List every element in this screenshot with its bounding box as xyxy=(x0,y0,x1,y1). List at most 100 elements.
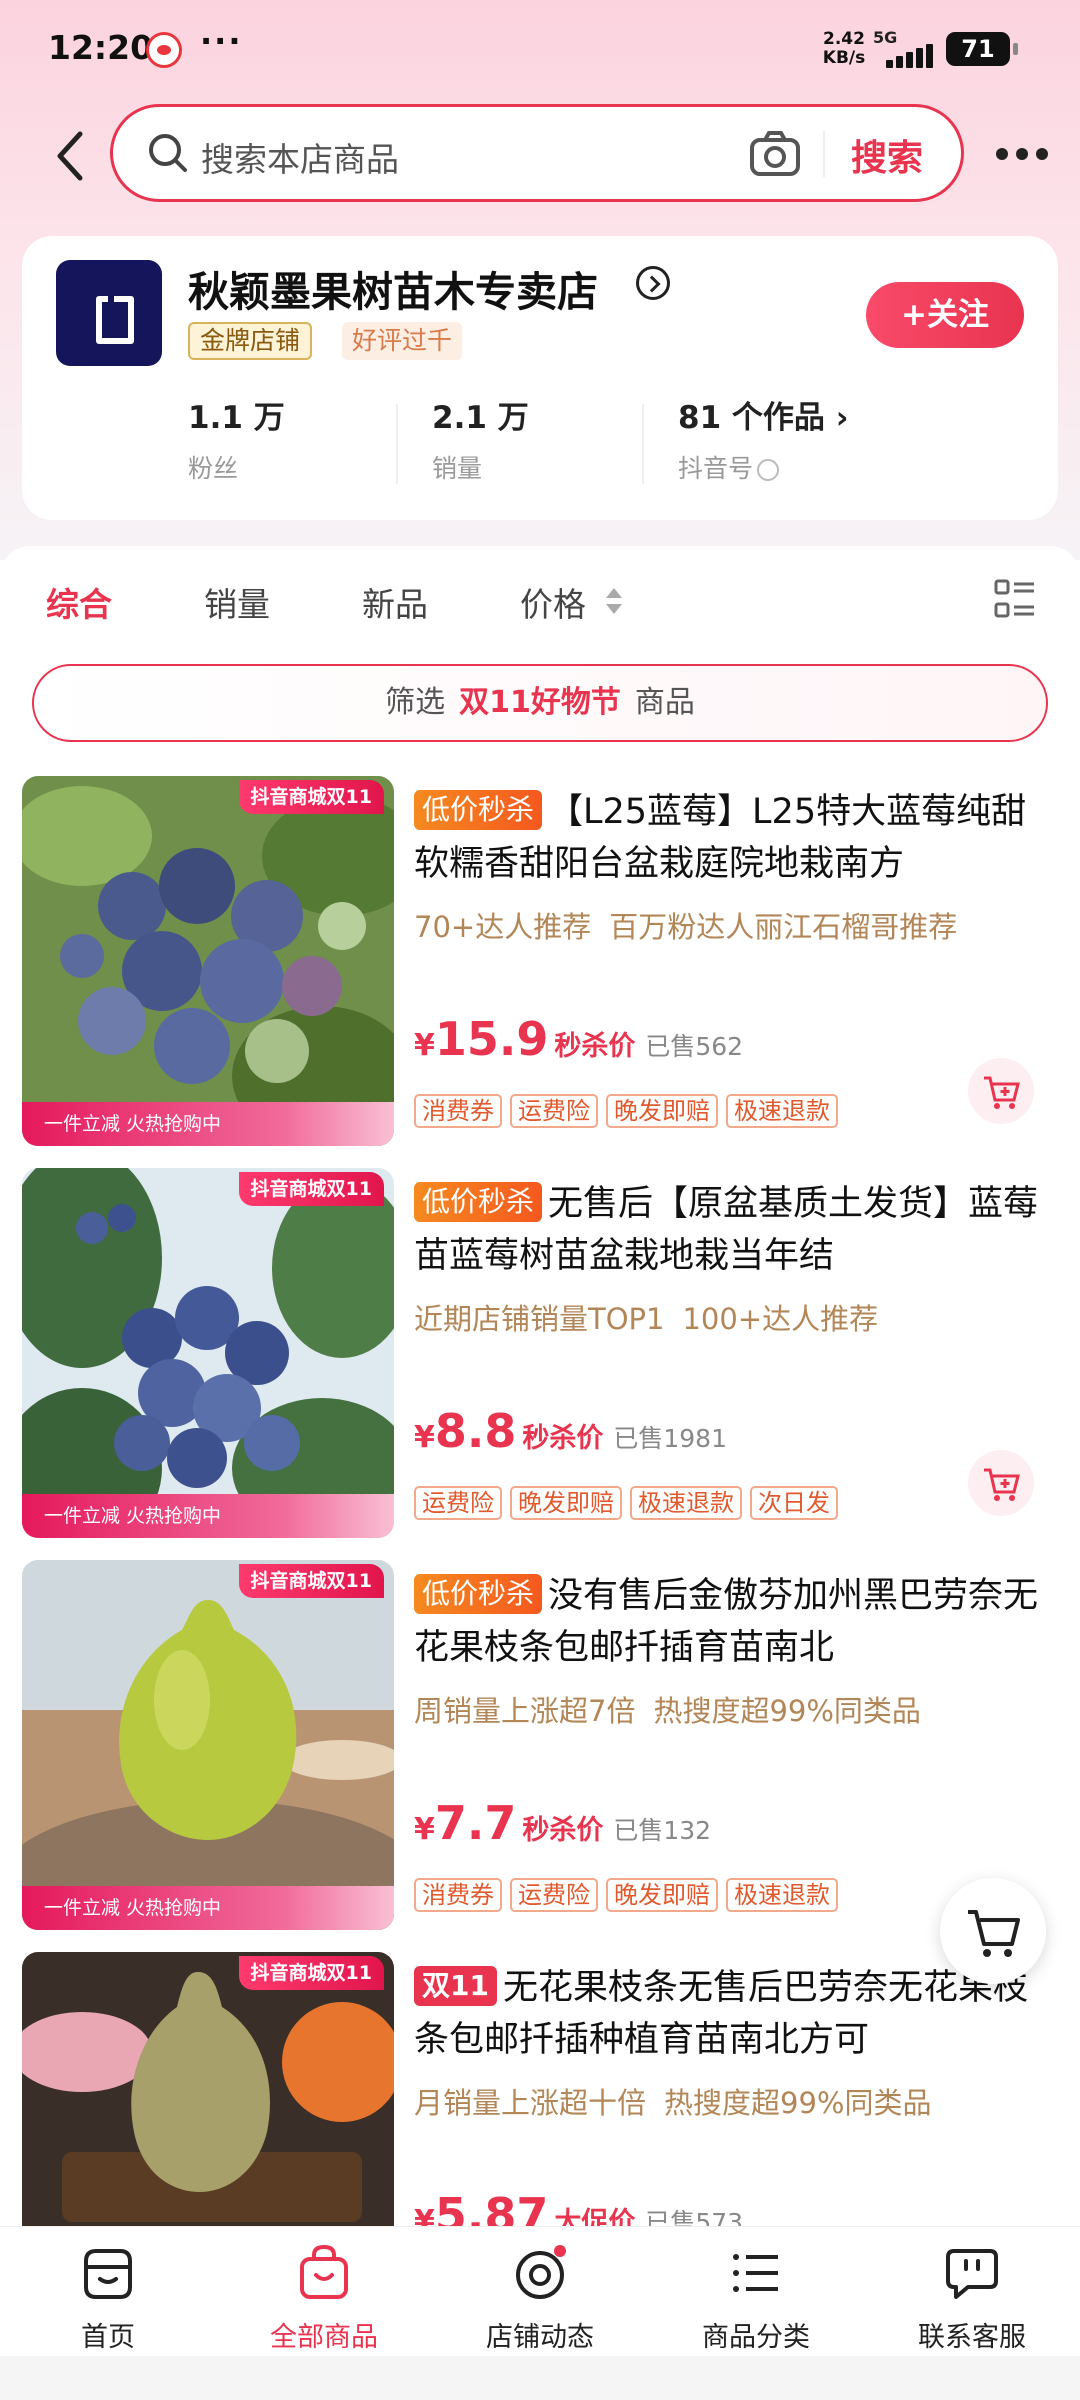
product-card[interactable]: 抖音商城双11 双11 无花果枝条无售后巴劳奈无花果枝条包邮扦插种植育苗南北方可 … xyxy=(22,1952,1058,2226)
service-tag: 极速退款 xyxy=(726,1878,838,1912)
subtitle-item: 热搜度超99%同类品 xyxy=(664,2086,932,2120)
bottom-nav: 首页 全部商品 店铺动态 商品分类 联系客服 xyxy=(0,2226,1080,2356)
product-card[interactable]: 抖音商城双11 一件立减 火热抢购中 低价秒杀 没有售后金傲芬加州黑巴劳奈无花果枝… xyxy=(22,1560,1058,1934)
search-box[interactable]: 搜索本店商品 搜索 xyxy=(110,104,964,202)
status-time: 12:20 xyxy=(48,28,154,67)
store-detail-arrow-icon[interactable] xyxy=(636,266,670,300)
service-tags: 运费险 晚发即赔 极速退款 次日发 xyxy=(414,1486,846,1520)
cart-plus-icon xyxy=(984,1468,1020,1501)
product-image-fig-cutting[interactable]: 抖音商城双11 xyxy=(22,1952,394,2226)
blueberry-photo xyxy=(22,776,394,1146)
subtitle-item: 70+达人推荐 xyxy=(414,910,592,944)
product-image-blueberry-plant[interactable]: 抖音商城双11 一件立减 火热抢购中 xyxy=(22,1168,394,1538)
service-tag: 运费险 xyxy=(414,1486,502,1520)
weibo-notification-icon xyxy=(146,32,182,68)
nav-label: 店铺动态 xyxy=(486,2322,594,2353)
add-to-cart-button[interactable] xyxy=(968,1450,1034,1516)
signal-icon xyxy=(872,44,933,68)
filter-bar[interactable]: 筛选 双11好物节 商品 xyxy=(32,664,1048,742)
floating-cart-button[interactable] xyxy=(940,1878,1046,1984)
image-promo-tag: 抖音商城双11 xyxy=(238,1956,384,1990)
subtitle-item: 月销量上涨超十倍 xyxy=(414,2086,647,2120)
search-input[interactable]: 搜索本店商品 xyxy=(201,133,399,181)
price-row: ¥15.9 秒杀价 已售562 xyxy=(414,1012,974,1066)
nav-all-products[interactable]: 全部商品 xyxy=(234,2243,414,2354)
stat-label: 抖音号 xyxy=(678,449,849,485)
filter-highlight: 双11好物节 xyxy=(459,685,621,720)
currency-symbol: ¥ xyxy=(414,1028,435,1063)
product-subtitle: 月销量上涨超十倍 热搜度超99%同类品 xyxy=(414,2080,1054,2122)
product-title-text: 无花果枝条无售后巴劳奈无花果枝条包邮扦插种植育苗南北方可 xyxy=(414,1968,1028,2060)
sold-count: 已售132 xyxy=(613,1816,712,1845)
price-type: 秒杀价 xyxy=(522,1815,604,1846)
product-title[interactable]: 低价秒杀 没有售后金傲芬加州黑巴劳奈无花果枝条包邮扦插育苗南北 xyxy=(414,1570,1054,1674)
dot-icon xyxy=(1036,148,1048,160)
blueberry-plant-photo xyxy=(22,1168,394,1538)
system-bottom-area xyxy=(0,2356,1080,2400)
price-row: ¥7.7 秒杀价 已售132 xyxy=(414,1796,974,1850)
subtitle-item: 周销量上涨超7倍 xyxy=(414,1694,636,1728)
service-tag: 次日发 xyxy=(750,1486,838,1520)
nav-label: 商品分类 xyxy=(702,2322,810,2353)
image-promo-bar: 一件立减 火热抢购中 xyxy=(22,1886,394,1930)
stat-sales[interactable]: 2.1 万 销量 xyxy=(432,392,529,485)
nav-store-feed[interactable]: 店铺动态 xyxy=(450,2243,630,2354)
service-tag: 消费券 xyxy=(414,1878,502,1912)
product-title[interactable]: 低价秒杀 无售后【原盆基质土发货】蓝莓苗蓝莓树苗盆栽地栽当年结 xyxy=(414,1178,1054,1282)
product-info: 低价秒杀 【L25蓝莓】L25特大蓝莓纯甜软糯香甜阳台盆栽庭院地栽南方 70+达人… xyxy=(414,786,1054,946)
home-icon xyxy=(84,2249,132,2299)
follow-button[interactable]: +关注 xyxy=(866,282,1024,348)
product-image-blueberry[interactable]: 抖音商城双11 一件立减 火热抢购中 xyxy=(22,776,394,1146)
chat-icon xyxy=(946,2249,998,2299)
back-button[interactable] xyxy=(52,128,92,184)
product-title[interactable]: 低价秒杀 【L25蓝莓】L25特大蓝莓纯甜软糯香甜阳台盆栽庭院地栽南方 xyxy=(414,786,1054,890)
currency-symbol: ¥ xyxy=(414,1420,435,1455)
stat-label: 粉丝 xyxy=(188,454,239,483)
search-button[interactable]: 搜索 xyxy=(851,129,923,181)
price-type: 秒杀价 xyxy=(554,1031,636,1062)
category-list-icon xyxy=(733,2254,778,2292)
stat-works[interactable]: 81 个作品 › 抖音号 xyxy=(678,392,849,485)
sold-count: 已售1981 xyxy=(613,1424,727,1453)
store-name[interactable]: 秋颖墨果树苗木专卖店 xyxy=(188,258,598,318)
nav-label: 联系客服 xyxy=(918,2322,1026,2353)
gold-store-badge: 金牌店铺 xyxy=(188,322,313,360)
nav-customer-service[interactable]: 联系客服 xyxy=(882,2243,1062,2354)
douyin-logo-icon xyxy=(757,459,780,481)
image-promo-tag: 抖音商城双11 xyxy=(238,1172,384,1206)
subtitle-item: 热搜度超99%同类品 xyxy=(653,1694,921,1728)
service-tag: 运费险 xyxy=(510,1094,598,1128)
product-card[interactable]: 抖音商城双11 一件立减 火热抢购中 低价秒杀 【L25蓝莓】L25特大蓝莓纯甜软… xyxy=(22,776,1058,1150)
store-card: 秋颖墨果树苗木专卖店 金牌店铺 好评过千 +关注 1.1 万 粉丝 2.1 万 … xyxy=(22,236,1058,520)
image-promo-bar: 一件立减 火热抢购中 xyxy=(22,1102,394,1146)
store-logo[interactable] xyxy=(56,260,162,366)
sort-tab-sales[interactable]: 销量 xyxy=(204,578,270,626)
nav-categories[interactable]: 商品分类 xyxy=(666,2243,846,2354)
chevron-left-icon xyxy=(57,131,83,181)
list-view-toggle-icon[interactable] xyxy=(994,578,1036,620)
product-card[interactable]: 抖音商城双11 一件立减 火热抢购中 低价秒杀 无售后【原盆基质土发货】蓝莓苗蓝莓… xyxy=(22,1168,1058,1542)
douyin-id-label: 抖音号 xyxy=(678,454,754,483)
search-divider xyxy=(823,131,825,177)
currency-symbol: ¥ xyxy=(414,2204,435,2226)
currency-symbol: ¥ xyxy=(414,1812,435,1847)
praise-badge: 好评过千 xyxy=(342,322,463,360)
service-tag: 晚发即赔 xyxy=(606,1094,718,1128)
product-subtitle: 70+达人推荐 百万粉达人丽江石榴哥推荐 xyxy=(414,904,1054,946)
search-icon xyxy=(149,134,187,172)
more-options-button[interactable] xyxy=(994,134,1050,174)
add-to-cart-button[interactable] xyxy=(968,1058,1034,1124)
product-image-fig[interactable]: 抖音商城双11 一件立减 火热抢购中 xyxy=(22,1560,394,1930)
nav-home[interactable]: 首页 xyxy=(18,2243,198,2354)
image-promo-tag: 抖音商城双11 xyxy=(238,780,384,814)
sort-tab-new[interactable]: 新品 xyxy=(362,578,428,626)
sort-tab-price[interactable]: 价格 xyxy=(520,578,586,626)
stat-fans[interactable]: 1.1 万 粉丝 xyxy=(188,392,285,485)
image-promo-tag: 抖音商城双11 xyxy=(238,1564,384,1598)
sort-tab-comprehensive[interactable]: 综合 xyxy=(46,578,112,626)
service-tags: 消费券 运费险 晚发即赔 极速退款 xyxy=(414,1878,846,1912)
status-more-dots: ··· xyxy=(200,22,243,60)
camera-icon[interactable] xyxy=(749,129,801,179)
product-info: 低价秒杀 没有售后金傲芬加州黑巴劳奈无花果枝条包邮扦插育苗南北 周销量上涨超7倍热… xyxy=(414,1570,1054,1730)
service-tag: 消费券 xyxy=(414,1094,502,1128)
